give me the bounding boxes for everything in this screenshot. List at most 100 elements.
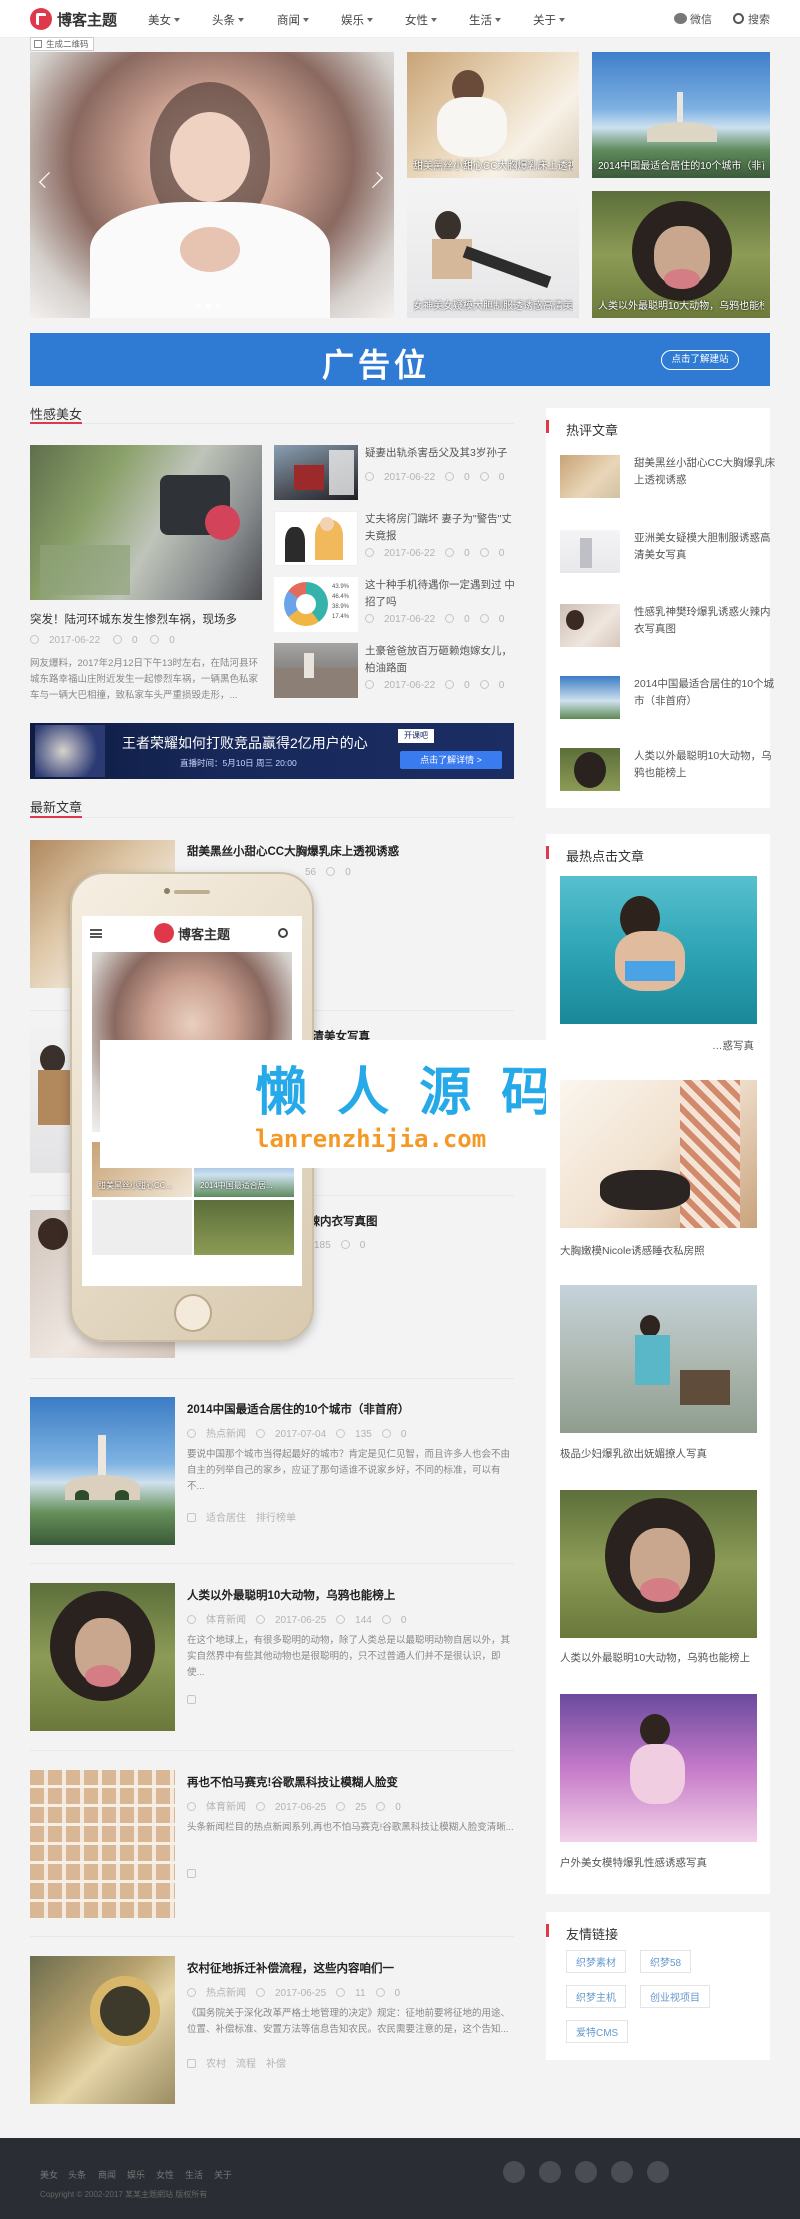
sexy-item-image-2[interactable]	[274, 511, 358, 566]
slider-thumb-3[interactable]: 女神美女疑模大胆制服透诱惑高清美女写真	[407, 191, 579, 318]
ad-banner[interactable]: 广告位 点击了解建站	[30, 333, 770, 386]
sexy-feature-image[interactable]	[30, 445, 262, 600]
sexy-item-image-4[interactable]	[274, 643, 358, 698]
clock-icon	[365, 472, 374, 481]
qr-code-button[interactable]: 生成二维码	[30, 37, 94, 51]
hot-title-1[interactable]: 甜美黑丝小甜心CC大胸爆乳床上透视诱惑	[634, 455, 776, 489]
sexy-item-title-2[interactable]: 丈夫将房门踹坏 妻子为"警告"丈夫竟报	[365, 511, 515, 545]
ad-course-banner[interactable]: 王者荣耀如何打败竞品赢得2亿用户的心 直播时间：5月10日 周三 20:00 开…	[30, 723, 514, 779]
eye-icon	[445, 680, 455, 689]
latest-article-title-7[interactable]: 农村征地拆迁补偿流程，这些内容咱们一	[187, 1960, 394, 1976]
ad-course-button[interactable]: 点击了解详情 >	[400, 751, 502, 769]
wechat-icon[interactable]	[503, 2161, 525, 2183]
nav-item-about[interactable]: 关于	[533, 12, 565, 28]
nav-item-business[interactable]: 商闻	[277, 12, 309, 28]
phone-search-icon	[278, 928, 288, 938]
click-title-5[interactable]: 户外美女模特爆乳性感诱惑写真	[560, 1855, 760, 1872]
footer-link-beauty[interactable]: 美女	[40, 2168, 58, 2181]
latest-article-title-5[interactable]: 人类以外最聪明10大动物，乌鸦也能榜上	[187, 1587, 395, 1603]
hot-image-4[interactable]	[560, 676, 620, 719]
click-image-2[interactable]	[560, 1080, 757, 1228]
nav-item-life[interactable]: 生活	[469, 12, 501, 28]
section-title-sexy: 性感美女	[30, 407, 83, 422]
slider-thumb-2[interactable]: 2014中国最适合居住的10个城市（非首府）	[592, 52, 770, 178]
slider-dots[interactable]	[196, 303, 226, 309]
slider-thumb-4[interactable]: 人类以外最聪明10大动物，乌鸦也能榜上	[592, 191, 770, 318]
slider-main-image[interactable]	[30, 52, 394, 318]
latest-article-excerpt-5: 在这个地球上，有很多聪明的动物，除了人类总是以最聪明动物自居以外，其实自然界中有…	[187, 1635, 511, 1678]
clock-icon	[256, 1802, 265, 1811]
search-link[interactable]: 搜索	[733, 11, 770, 27]
eye-icon	[112, 635, 122, 644]
slider-thumb-1[interactable]: 甜美黑丝小甜心CC大胸爆乳床上透视诱惑	[407, 52, 579, 178]
latest-article-excerpt-4: 要说中国那个城市当得起最好的城市？肯定是见仁见智，而且许多人也会不由自主的列举自…	[187, 1449, 511, 1492]
wechat-link[interactable]: 微信	[674, 11, 712, 27]
click-title-2[interactable]: 大胸嫩模Nicole诱感睡衣私房照	[560, 1243, 760, 1260]
friend-link-3[interactable]: 织梦主机	[566, 1985, 626, 2008]
click-image-3[interactable]	[560, 1285, 757, 1433]
logo-text: 博客主题	[57, 11, 118, 29]
folder-icon	[187, 1988, 196, 1997]
weibo-icon[interactable]	[611, 2161, 633, 2183]
friend-link-4[interactable]: 创业视项目	[640, 1985, 710, 2008]
nav-item-headline[interactable]: 头条	[212, 12, 244, 28]
footer-link-entertainment[interactable]: 娱乐	[127, 2168, 145, 2181]
sexy-feature-title[interactable]: 突发！陆河环城东发生惨烈车祸，现场多	[30, 611, 237, 627]
sexy-feature-excerpt: 网友爆料，2017年2月12日下午13时左右，在陆河县环城东路幸福山庄附近发生一…	[30, 658, 259, 701]
click-title-3[interactable]: 极品少妇爆乳欲出妩媚撩人写真	[560, 1446, 760, 1463]
latest-article-title-6[interactable]: 再也不怕马赛克!谷歌黑科技让模糊人脸变	[187, 1774, 398, 1790]
sexy-item-image-1[interactable]	[274, 445, 358, 500]
clock-icon	[256, 1429, 265, 1438]
comment-icon	[375, 1988, 385, 1997]
sexy-item-title-1[interactable]: 疑妻出轨杀害岳父及其3岁孙子	[365, 445, 515, 462]
ad-banner-button[interactable]: 点击了解建站	[661, 350, 739, 370]
click-title-4[interactable]: 人类以外最聪明10大动物，乌鸦也能榜上	[560, 1650, 760, 1667]
comment-icon	[376, 1802, 386, 1811]
friend-link-5[interactable]: 爱特CMS	[566, 2020, 629, 2043]
hot-title-5[interactable]: 人类以外最聪明10大动物，乌鸦也能榜上	[634, 748, 776, 782]
hot-image-3[interactable]	[560, 604, 620, 647]
ad-banner-text: 广告位	[322, 346, 431, 384]
click-image-1[interactable]	[560, 876, 757, 1024]
click-title-1[interactable]: …惑写真	[712, 1038, 772, 1055]
nav-item-beauty[interactable]: 美女	[148, 12, 180, 28]
apple-icon[interactable]	[539, 2161, 561, 2183]
click-image-4[interactable]	[560, 1490, 757, 1638]
friend-link-2[interactable]: 织梦58	[640, 1950, 692, 1973]
hot-title-3[interactable]: 性感乳神樊玲爆乳诱惑火辣内衣写真图	[634, 604, 776, 638]
latest-article-image-5[interactable]	[30, 1583, 175, 1731]
footer-link-about[interactable]: 关于	[214, 2168, 232, 2181]
clock-icon	[365, 548, 374, 557]
hot-image-2[interactable]	[560, 530, 620, 573]
phone-home-button	[174, 1294, 212, 1332]
footer-link-women[interactable]: 女性	[156, 2168, 174, 2181]
footer-link-life[interactable]: 生活	[185, 2168, 203, 2181]
logo[interactable]: 博客主题	[30, 8, 120, 30]
eye-icon	[445, 548, 455, 557]
footer	[0, 2138, 800, 2219]
hot-image-1[interactable]	[560, 455, 620, 498]
watermark-panel: 懒 人 源 码 lanrenzhijia.com	[100, 1040, 553, 1168]
friend-link-1[interactable]: 织梦素材	[566, 1950, 626, 1973]
click-image-5[interactable]	[560, 1694, 757, 1842]
qq-icon[interactable]	[647, 2161, 669, 2183]
hot-title-4[interactable]: 2014中国最适合居住的10个城市（非首府）	[634, 676, 776, 710]
hot-image-5[interactable]	[560, 748, 620, 791]
watermark-title: 懒 人 源 码	[255, 1063, 560, 1123]
latest-article-image-6[interactable]	[30, 1770, 175, 1918]
hot-title-2[interactable]: 亚洲美女疑模大胆制服诱惑高清美女写真	[634, 530, 776, 564]
nav-item-women[interactable]: 女性	[405, 12, 437, 28]
sexy-item-title-4[interactable]: 土豪爸爸放百万砸赖炮嫁女儿，柏油路面	[365, 643, 515, 677]
sexy-item-title-3[interactable]: 这十种手机待遇你一定遇到过 中招了吗	[365, 577, 515, 611]
latest-article-image-7[interactable]	[30, 1956, 175, 2104]
footer-link-headline[interactable]: 头条	[68, 2168, 86, 2181]
latest-article-excerpt-7: 《国务院关于深化改革严格土地管理的决定》规定：征地前要将征地的用途、位置、补偿标…	[187, 2008, 511, 2035]
sexy-item-image-3[interactable]: 43.9% 46.4% 38.9% 17.4%	[274, 577, 358, 632]
latest-article-title-1[interactable]: 甜美黑丝小甜心CC大胸爆乳床上透视诱惑	[187, 843, 399, 859]
latest-article-title-4[interactable]: 2014中国最适合居住的10个城市（非首府）	[187, 1401, 409, 1417]
clock-icon	[256, 1615, 265, 1624]
nav-item-entertainment[interactable]: 娱乐	[341, 12, 373, 28]
footer-link-business[interactable]: 商闻	[98, 2168, 116, 2181]
latest-article-image-4[interactable]	[30, 1397, 175, 1545]
android-icon[interactable]	[575, 2161, 597, 2183]
